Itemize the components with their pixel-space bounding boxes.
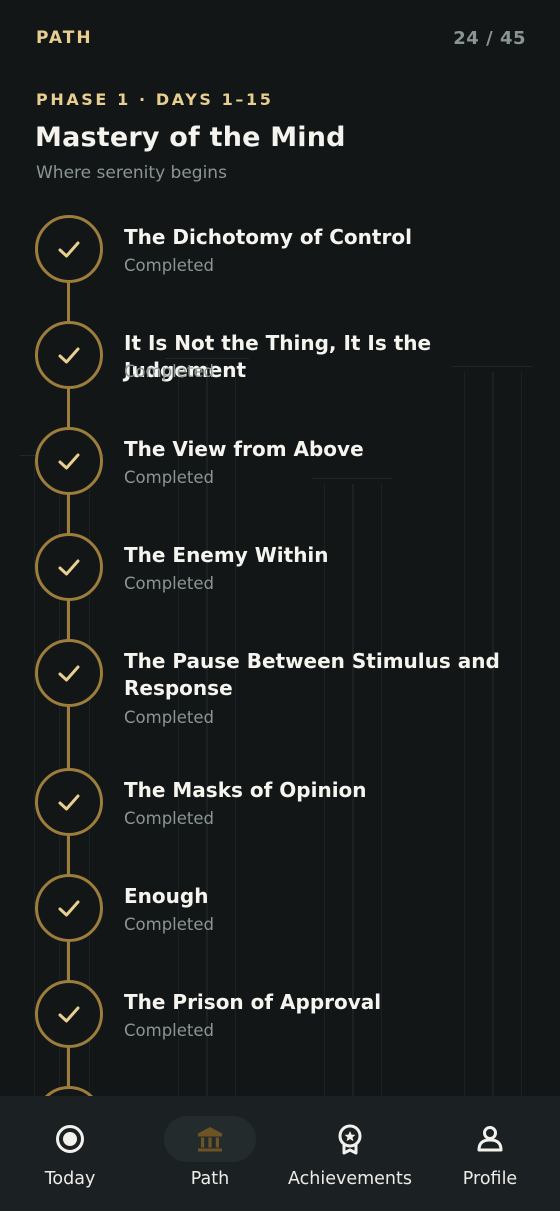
nav-label: Path xyxy=(190,1169,230,1189)
lesson-status: Completed xyxy=(124,256,214,275)
phase-title: Mastery of the Mind xyxy=(35,122,346,153)
nav-today[interactable]: Today xyxy=(0,1096,140,1211)
lesson-completed-node[interactable] xyxy=(35,639,103,707)
nav-label: Today xyxy=(44,1169,96,1189)
lesson-completed-node[interactable] xyxy=(35,874,103,942)
phase-subtitle: Where serenity begins xyxy=(36,163,227,183)
lesson-completed-node[interactable] xyxy=(35,980,103,1048)
lesson-status: Completed xyxy=(124,708,214,727)
lesson-status: Completed xyxy=(124,574,214,593)
page-title: PATH xyxy=(36,28,93,48)
phase-label: PHASE 1 · DAYS 1–15 xyxy=(36,90,274,109)
lesson-completed-node[interactable] xyxy=(35,215,103,283)
temple-icon xyxy=(194,1123,226,1155)
checkmark-icon xyxy=(58,453,80,470)
lesson-status: Completed xyxy=(124,809,214,828)
lesson-status: Completed xyxy=(124,362,214,381)
lesson-completed-node[interactable] xyxy=(35,427,103,495)
lesson-title[interactable]: The Enemy Within xyxy=(124,542,524,569)
checkmark-icon xyxy=(58,900,80,917)
nav-profile[interactable]: Profile xyxy=(420,1096,560,1211)
nav-label: Achievements xyxy=(287,1169,412,1189)
lesson-title[interactable]: The View from Above xyxy=(124,436,524,463)
nav-achievements[interactable]: Achievements xyxy=(280,1096,420,1211)
nav-path[interactable]: Path xyxy=(140,1096,280,1211)
progress-counter: 24 / 45 xyxy=(453,27,526,49)
lesson-completed-node[interactable] xyxy=(35,533,103,601)
checkmark-icon xyxy=(58,1006,80,1023)
checkmark-icon xyxy=(58,794,80,811)
checkmark-icon xyxy=(58,241,80,258)
lesson-status: Completed xyxy=(124,468,214,487)
lesson-completed-node[interactable] xyxy=(35,768,103,836)
checkmark-icon xyxy=(58,559,80,576)
lesson-status: Completed xyxy=(124,1021,214,1040)
lesson-status: Completed xyxy=(124,915,214,934)
lesson-title[interactable]: The Dichotomy of Control xyxy=(124,224,524,251)
checkmark-icon xyxy=(58,665,80,682)
top-bar: PATH 24 / 45 xyxy=(36,26,526,50)
lesson-completed-node[interactable] xyxy=(35,321,103,389)
lesson-title[interactable]: The Prison of Approval xyxy=(124,989,524,1016)
checkmark-icon xyxy=(58,347,80,364)
bottom-nav: Today Path Achievements Profile xyxy=(0,1096,560,1211)
nav-label: Profile xyxy=(462,1169,518,1189)
medal-icon xyxy=(334,1123,366,1155)
lesson-title[interactable]: The Masks of Opinion xyxy=(124,777,524,804)
lesson-title[interactable]: Enough xyxy=(124,883,524,910)
lesson-title[interactable]: The Pause Between Stimulus and Response xyxy=(124,648,504,702)
target-icon xyxy=(54,1123,86,1155)
person-icon xyxy=(474,1123,506,1155)
